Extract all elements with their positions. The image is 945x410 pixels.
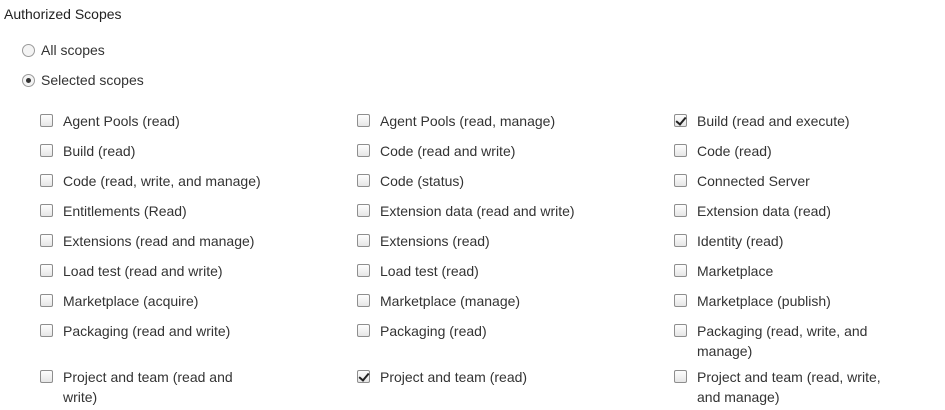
checkbox-icon[interactable] xyxy=(40,114,53,127)
scope-label: Load test (read) xyxy=(380,263,479,279)
scope-label: Build (read) xyxy=(63,143,136,159)
scope-checkbox-item[interactable]: Build (read and execute) xyxy=(674,108,940,138)
checked-checkbox-icon[interactable] xyxy=(357,370,370,383)
scope-label: Code (read, write, and manage) xyxy=(63,173,261,189)
radio-label: Selected scopes xyxy=(41,72,144,88)
scope-checkbox-grid: Agent Pools (read) Agent Pools (read, man… xyxy=(40,108,940,410)
checkbox-icon[interactable] xyxy=(674,324,687,337)
checkbox-icon[interactable] xyxy=(674,370,687,383)
scope-label: Project and team (read) xyxy=(380,369,528,385)
scope-checkbox-item[interactable]: Project and team (read) xyxy=(357,364,674,410)
scope-checkbox-item[interactable]: Marketplace (acquire) xyxy=(40,288,357,318)
checkbox-icon[interactable] xyxy=(40,324,53,337)
scope-label: Marketplace (manage) xyxy=(380,293,521,309)
radio-all-scopes[interactable]: All scopes xyxy=(22,40,105,60)
checked-checkbox-icon[interactable] xyxy=(674,114,687,127)
scope-label: Entitlements (Read) xyxy=(63,203,187,219)
radio-button-icon[interactable] xyxy=(22,43,35,57)
scope-label: Packaging (read, write, and manage) xyxy=(697,323,868,359)
scope-checkbox-item[interactable]: Code (read) xyxy=(674,138,940,168)
scope-checkbox-item[interactable]: Load test (read) xyxy=(357,258,674,288)
scope-checkbox-item[interactable]: Marketplace (manage) xyxy=(357,288,674,318)
scope-checkbox-item[interactable]: Packaging (read) xyxy=(357,318,674,364)
scope-label: Identity (read) xyxy=(697,233,784,249)
scope-checkbox-item[interactable]: Marketplace xyxy=(674,258,940,288)
checkbox-icon[interactable] xyxy=(674,234,687,247)
scope-checkbox-item[interactable]: Load test (read and write) xyxy=(40,258,357,288)
checkbox-icon[interactable] xyxy=(674,264,687,277)
checkbox-icon[interactable] xyxy=(357,174,370,187)
checkbox-icon[interactable] xyxy=(674,294,687,307)
checkbox-icon[interactable] xyxy=(674,144,687,157)
scope-label: Packaging (read and write) xyxy=(63,323,231,339)
scope-checkbox-item[interactable]: Project and team (read and write) xyxy=(40,364,357,410)
scope-label: Extension data (read and write) xyxy=(380,203,575,219)
checkbox-icon[interactable] xyxy=(40,174,53,187)
scope-checkbox-item[interactable]: Project and team (read, write, and manag… xyxy=(674,364,940,410)
scope-checkbox-item[interactable]: Code (status) xyxy=(357,168,674,198)
checkbox-icon[interactable] xyxy=(40,264,53,277)
scope-checkbox-item[interactable]: Extension data (read) xyxy=(674,198,940,228)
checkbox-icon[interactable] xyxy=(40,370,53,383)
scope-checkbox-item[interactable]: Packaging (read and write) xyxy=(40,318,357,364)
scope-label: Extensions (read and manage) xyxy=(63,233,255,249)
scope-label: Load test (read and write) xyxy=(63,263,223,279)
scope-label: Marketplace (publish) xyxy=(697,293,831,309)
checkbox-icon[interactable] xyxy=(357,264,370,277)
scope-checkbox-item[interactable]: Extensions (read and manage) xyxy=(40,228,357,258)
scope-checkbox-item[interactable]: Code (read, write, and manage) xyxy=(40,168,357,198)
checkbox-icon[interactable] xyxy=(674,204,687,217)
radio-button-icon[interactable] xyxy=(22,73,35,87)
scope-label: Marketplace xyxy=(697,263,774,279)
scope-label: Agent Pools (read, manage) xyxy=(380,113,556,129)
checkbox-icon[interactable] xyxy=(357,324,370,337)
scope-label: Project and team (read and write) xyxy=(63,369,233,405)
scope-label: Code (read and write) xyxy=(380,143,516,159)
radio-selected-scopes[interactable]: Selected scopes xyxy=(22,70,144,90)
checkbox-icon[interactable] xyxy=(40,234,53,247)
checkbox-icon[interactable] xyxy=(40,144,53,157)
scope-label: Project and team (read, write, and manag… xyxy=(697,369,881,405)
scope-label: Agent Pools (read) xyxy=(63,113,180,129)
scope-label: Extension data (read) xyxy=(697,203,831,219)
scope-label: Packaging (read) xyxy=(380,323,487,339)
scope-label: Extensions (read) xyxy=(380,233,490,249)
scope-label: Code (status) xyxy=(380,173,465,189)
scope-checkbox-item[interactable]: Packaging (read, write, and manage) xyxy=(674,318,940,364)
checkbox-icon[interactable] xyxy=(357,294,370,307)
checkbox-icon[interactable] xyxy=(40,294,53,307)
scope-checkbox-item[interactable]: Extension data (read and write) xyxy=(357,198,674,228)
scope-checkbox-item[interactable]: Marketplace (publish) xyxy=(674,288,940,318)
checkbox-icon[interactable] xyxy=(357,204,370,217)
scope-label: Build (read and execute) xyxy=(697,113,850,129)
scope-label: Code (read) xyxy=(697,143,772,159)
radio-label: All scopes xyxy=(41,42,105,58)
scope-checkbox-item[interactable]: Agent Pools (read, manage) xyxy=(357,108,674,138)
scope-label: Connected Server xyxy=(697,173,810,189)
scope-checkbox-item[interactable]: Build (read) xyxy=(40,138,357,168)
checkbox-icon[interactable] xyxy=(40,204,53,217)
scope-checkbox-item[interactable]: Connected Server xyxy=(674,168,940,198)
scope-checkbox-item[interactable]: Extensions (read) xyxy=(357,228,674,258)
section-title: Authorized Scopes xyxy=(4,6,122,22)
scope-checkbox-item[interactable]: Entitlements (Read) xyxy=(40,198,357,228)
checkbox-icon[interactable] xyxy=(357,144,370,157)
scope-label: Marketplace (acquire) xyxy=(63,293,199,309)
checkbox-icon[interactable] xyxy=(357,234,370,247)
checkbox-icon[interactable] xyxy=(357,114,370,127)
scope-checkbox-item[interactable]: Code (read and write) xyxy=(357,138,674,168)
scope-checkbox-item[interactable]: Identity (read) xyxy=(674,228,940,258)
checkbox-icon[interactable] xyxy=(674,174,687,187)
scope-checkbox-item[interactable]: Agent Pools (read) xyxy=(40,108,357,138)
